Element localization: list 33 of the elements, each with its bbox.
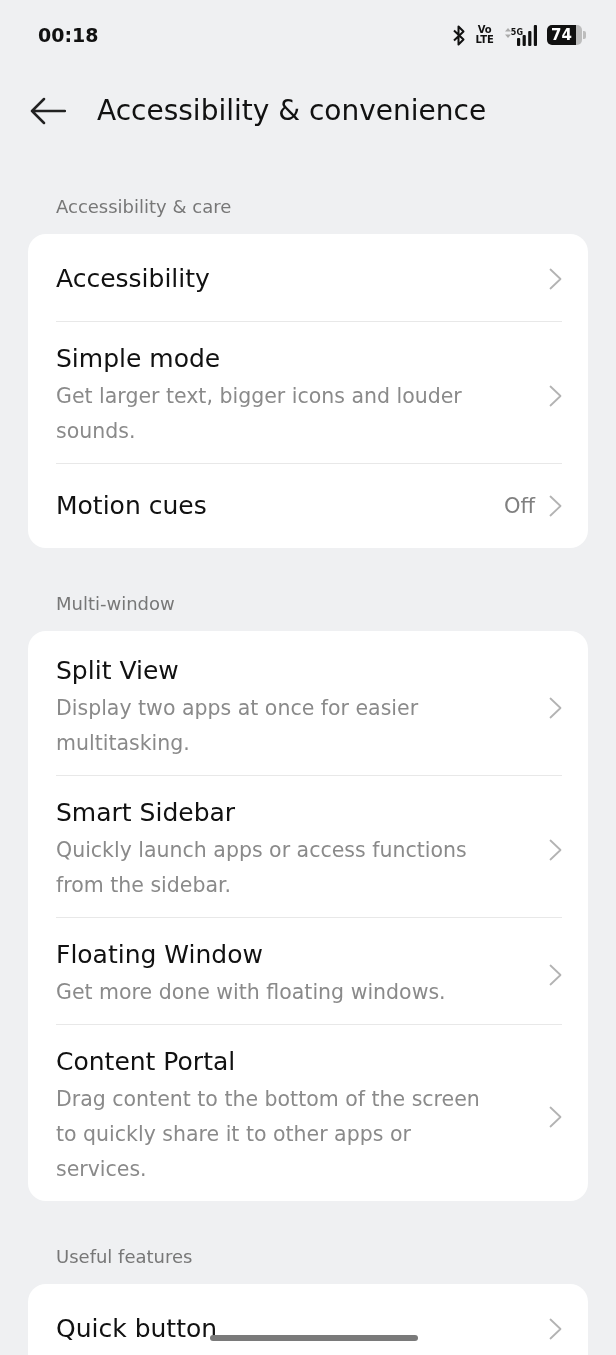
- status-time: 00:18: [38, 24, 99, 46]
- setting-description: Get more done with floating windows.: [56, 979, 446, 1006]
- bluetooth-icon: [453, 24, 466, 46]
- section-label: Multi-window: [56, 592, 175, 616]
- data-arrows-icon: [504, 27, 511, 38]
- setting-title[interactable]: Floating Window: [56, 939, 263, 971]
- chevron-right-icon: [549, 1318, 562, 1340]
- page-title: Accessibility & convenience: [97, 92, 487, 129]
- chevron-right-icon: [549, 963, 562, 986]
- back-arrow-icon: [30, 96, 66, 125]
- chevron-right-icon: [549, 385, 562, 407]
- section-label: Useful features: [56, 1245, 193, 1269]
- setting-title[interactable]: Simple mode: [56, 343, 221, 375]
- setting-description: Drag content to the bottom of the screen to quickly share it to other apps or services.: [56, 1086, 481, 1183]
- chevron-right-icon: [549, 697, 562, 719]
- network-type: 5G: [510, 27, 523, 37]
- setting-title[interactable]: Smart Sidebar: [56, 797, 236, 829]
- back-button[interactable]: [30, 96, 66, 125]
- setting-title[interactable]: Motion cues: [56, 490, 207, 522]
- section-label: Accessibility & care: [56, 195, 232, 219]
- chevron-right-icon: [549, 268, 562, 290]
- setting-description: Get larger text, bigger icons and louder sounds.: [56, 383, 463, 445]
- chevron-right-icon: [549, 495, 562, 517]
- setting-title[interactable]: Accessibility: [56, 263, 210, 295]
- setting-description: Quickly launch apps or access functions from the sidebar.: [56, 837, 468, 899]
- setting-description: Display two apps at once for easier multitasking.: [56, 695, 420, 757]
- chevron-right-icon: [549, 1105, 562, 1128]
- volte-indicator: Vo LTE: [475, 25, 494, 45]
- setting-title[interactable]: Content Portal: [56, 1046, 236, 1078]
- setting-title[interactable]: Split View: [56, 655, 179, 687]
- setting-value: Off: [504, 494, 535, 518]
- chevron-right-icon: [549, 839, 562, 861]
- setting-title[interactable]: Quick button: [56, 1313, 218, 1345]
